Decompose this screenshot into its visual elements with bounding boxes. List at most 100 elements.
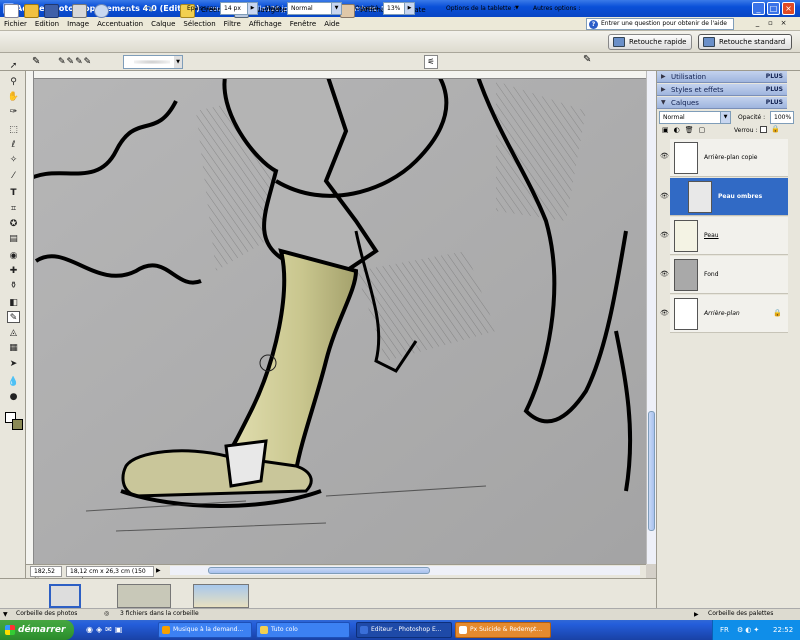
- photo-thumb-3[interactable]: [193, 584, 249, 608]
- undo-icon[interactable]: ↶: [122, 4, 137, 18]
- palette-usage-more[interactable]: PLUS: [766, 71, 783, 83]
- straighten-tool-icon[interactable]: ▤: [7, 233, 20, 245]
- layer-visibility-eye-icon[interactable]: 👁: [660, 152, 669, 160]
- brush-presets-icon[interactable]: ✎✎✎✎: [58, 56, 108, 68]
- layer-visibility-eye-icon[interactable]: 👁: [660, 231, 669, 239]
- selection-brush-tool-icon[interactable]: ⁄: [7, 170, 20, 182]
- layer-opacity-field[interactable]: 100%: [770, 111, 794, 124]
- airbrush-icon[interactable]: ⚟: [424, 55, 438, 69]
- menu-accentuation[interactable]: Accentuation: [93, 17, 147, 31]
- brush-tool-icon[interactable]: ✎: [32, 56, 46, 68]
- brush-tool-selected-icon[interactable]: ✎: [7, 311, 20, 323]
- menu-selection[interactable]: Sélection: [179, 17, 219, 31]
- tray-icons[interactable]: ⚙◐✦: [737, 620, 761, 640]
- doc-restore-icon[interactable]: ▫: [765, 19, 776, 29]
- healing-brush-tool-icon[interactable]: ✚: [7, 265, 20, 277]
- shape-tool-icon[interactable]: ➤: [7, 358, 20, 370]
- help-search-input[interactable]: Entrer une question pour obtenir de l'ai…: [586, 18, 734, 30]
- task-tuto-colo[interactable]: Tuto colo: [256, 622, 350, 638]
- brush-preset-picker[interactable]: ▼: [123, 55, 183, 69]
- palette-layers-more[interactable]: PLUS: [766, 97, 783, 109]
- zoom-tool-icon[interactable]: ⚲: [7, 76, 20, 88]
- palette-styles-header[interactable]: ▶ Styles et effets PLUS: [657, 84, 787, 96]
- layer-visibility-eye-icon[interactable]: 👁: [660, 192, 669, 200]
- photo-bin-label[interactable]: Corbeille des photos: [16, 610, 77, 617]
- open-folder-icon[interactable]: [24, 4, 39, 18]
- task-music[interactable]: Musique à la demand...: [158, 622, 252, 638]
- other-options-brush-icon[interactable]: ✎: [583, 54, 591, 65]
- menu-filtre[interactable]: Filtre: [220, 17, 245, 31]
- start-button[interactable]: démarrer: [0, 620, 74, 640]
- cookie-cutter-tool-icon[interactable]: ✪: [7, 218, 20, 230]
- task-photoshop-editor[interactable]: Editeur - Photoshop E...: [356, 622, 452, 638]
- eyedropper-tool-icon[interactable]: ✑: [7, 106, 20, 118]
- print-icon[interactable]: [72, 4, 87, 18]
- date-view-icon[interactable]: [340, 4, 355, 18]
- language-indicator[interactable]: FR: [720, 620, 729, 640]
- photo-thumb-current[interactable]: [49, 584, 81, 608]
- tablet-options-label[interactable]: Options de la tablette :: [446, 5, 515, 12]
- menu-fichier[interactable]: Fichier: [0, 17, 31, 31]
- mode-select[interactable]: Normal ▼: [287, 2, 342, 15]
- palette-layers-header[interactable]: ▼ Calques PLUS: [657, 97, 787, 109]
- close-icon[interactable]: ×: [782, 2, 795, 15]
- lock-transparency-icon[interactable]: [760, 126, 767, 133]
- photo-bin-options-icon[interactable]: ◎: [104, 610, 109, 617]
- photo-thumb-2[interactable]: [117, 584, 171, 608]
- palette-styles-more[interactable]: PLUS: [766, 84, 783, 96]
- red-eye-tool-icon[interactable]: ◉: [7, 250, 20, 262]
- menu-fenetre[interactable]: Fenêtre: [286, 17, 320, 31]
- layer-action-icons[interactable]: ▣◐🗑▢: [662, 126, 722, 136]
- menu-calque[interactable]: Calque: [147, 17, 179, 31]
- sponge-tool-icon[interactable]: ●: [7, 391, 20, 403]
- lock-all-icon[interactable]: 🔒: [771, 125, 780, 133]
- thickness-arrow-icon[interactable]: ▶: [247, 3, 257, 14]
- thickness-field[interactable]: 14 px ▶: [220, 2, 258, 15]
- save-icon[interactable]: [44, 4, 59, 18]
- doc-close-icon[interactable]: ×: [778, 19, 789, 29]
- palette-usage-header[interactable]: ▶ Utilisation PLUS: [657, 71, 787, 83]
- zoom-field[interactable]: 182,52 %: [30, 566, 62, 584]
- palette-bin-label[interactable]: Corbeille des palettes: [708, 610, 773, 617]
- layer-blend-mode-select[interactable]: Normal ▼: [659, 111, 731, 124]
- status-menu-arrow-icon[interactable]: ▶: [156, 567, 166, 577]
- doc-minimize-icon[interactable]: _: [752, 19, 763, 29]
- layer-row-background-copy[interactable]: Arrière-plan copie: [670, 139, 788, 177]
- type-tool-icon[interactable]: T: [7, 187, 20, 199]
- menu-edition[interactable]: Edition: [31, 17, 63, 31]
- quick-fix-button[interactable]: Retouche rapide: [608, 34, 692, 50]
- marquee-tool-icon[interactable]: ⬚: [7, 124, 20, 136]
- layer-visibility-eye-icon[interactable]: 👁: [660, 270, 669, 278]
- gradient-tool-icon[interactable]: ▦: [7, 342, 20, 354]
- menu-image[interactable]: Image: [63, 17, 93, 31]
- document-canvas[interactable]: [26, 71, 650, 564]
- standard-edit-button[interactable]: Retouche standard: [698, 34, 792, 50]
- layer-row-fond[interactable]: Fond: [670, 256, 788, 294]
- palette-bin-triangle-icon[interactable]: ▶: [694, 611, 699, 618]
- background-color-swatch[interactable]: [12, 419, 23, 430]
- hand-tool-icon[interactable]: ✋: [7, 91, 20, 103]
- layer-row-skin[interactable]: Peau: [670, 217, 788, 255]
- move-tool-icon[interactable]: ➚: [7, 60, 20, 72]
- layer-visibility-eye-icon[interactable]: 👁: [660, 309, 669, 317]
- layer-row-background[interactable]: Arrière-plan 🔒: [670, 295, 788, 333]
- online-services-icon[interactable]: [94, 4, 109, 18]
- layer-row-skin-shadows[interactable]: Peau ombres: [670, 178, 788, 216]
- maximize-icon[interactable]: □: [767, 2, 780, 15]
- menu-affichage[interactable]: Affichage: [245, 17, 286, 31]
- magic-wand-tool-icon[interactable]: ✧: [7, 154, 20, 166]
- quick-launch-icons[interactable]: ◉◈✉▣: [86, 625, 146, 635]
- crop-tool-icon[interactable]: ⌗: [7, 203, 20, 215]
- vertical-scrollbar[interactable]: [646, 71, 656, 564]
- new-file-icon[interactable]: [4, 4, 19, 18]
- blur-tool-icon[interactable]: 💧: [7, 376, 20, 388]
- task-px-suicide[interactable]: Px Suicide & Redempt...: [455, 622, 551, 638]
- tablet-options-chevron-icon[interactable]: ▼: [515, 5, 519, 11]
- menu-aide[interactable]: Aide: [320, 17, 343, 31]
- clone-stamp-tool-icon[interactable]: ⚱: [7, 280, 20, 292]
- minimize-icon[interactable]: _: [752, 2, 765, 15]
- lasso-tool-icon[interactable]: ℓ: [7, 139, 20, 151]
- paint-bucket-tool-icon[interactable]: ◬: [7, 327, 20, 339]
- opacity-field[interactable]: 13% ▶: [383, 2, 415, 15]
- eraser-tool-icon[interactable]: ◧: [7, 297, 20, 309]
